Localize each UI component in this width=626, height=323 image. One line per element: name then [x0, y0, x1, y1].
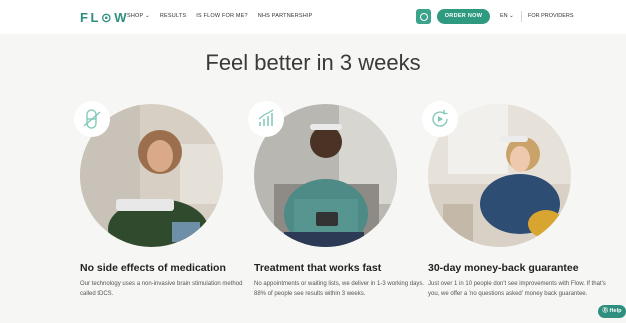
nav-links: SHOP ⌄ RESULTS IS FLOW FOR ME? NHS PARTN… [127, 13, 313, 19]
page-heading: Feel better in 3 weeks [205, 50, 421, 75]
nav-item-shop[interactable]: SHOP ⌄ [127, 13, 150, 19]
feature-description: No appointments or waiting lists, we del… [254, 281, 425, 297]
language-selector[interactable]: EN ⌄ [500, 13, 514, 19]
nav-divider [521, 11, 522, 22]
nav-item-results[interactable]: RESULTS [160, 13, 186, 19]
account-icon[interactable] [416, 9, 431, 24]
help-button[interactable]: ⓪ Help [598, 305, 626, 318]
for-providers-link[interactable]: FOR PROVIDERS [528, 13, 574, 19]
flow-logo[interactable]: FL⊙W [80, 10, 129, 26]
rising-chart-icon [248, 101, 284, 137]
feature-description: Our technology uses a non-invasive brain… [80, 281, 243, 297]
nav-item-nhs-partnership[interactable]: NHS PARTNERSHIP [258, 13, 313, 19]
feature-title: Treatment that works fast [254, 262, 382, 274]
pill-crossed-icon [74, 101, 110, 137]
order-now-button[interactable]: ORDER NOW [437, 9, 490, 24]
feature-description: Just over 1 in 10 people don't see impro… [428, 281, 606, 297]
top-nav: FL⊙W SHOP ⌄ RESULTS IS FLOW FOR ME? NHS … [0, 0, 626, 34]
feature-title: No side effects of medication [80, 262, 226, 274]
feature-title: 30-day money-back guarantee [428, 262, 579, 274]
nav-item-is-flow-for-me[interactable]: IS FLOW FOR ME? [196, 13, 248, 19]
refresh-play-icon [422, 101, 458, 137]
